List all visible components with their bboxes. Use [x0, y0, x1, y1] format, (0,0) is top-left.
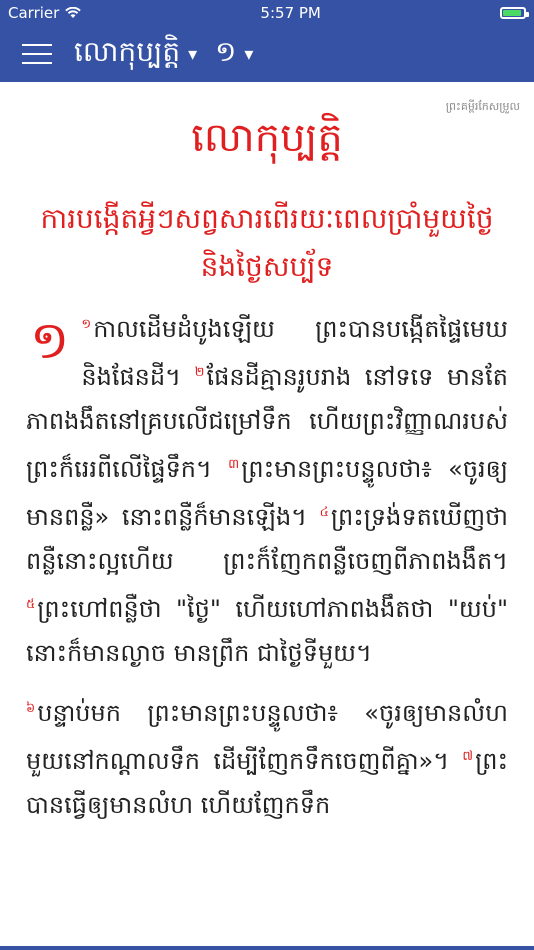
- carrier-label: Carrier: [8, 4, 60, 22]
- verse-number: ៥: [26, 597, 36, 612]
- status-bar: Carrier 5:57 PM: [0, 0, 534, 26]
- paragraph: ១ ១កាលដើមដំបូងឡើយ ព្រះបានបង្កើតផ្ទៃមេឃ ន…: [26, 303, 508, 675]
- book-title: លោកុប្បត្តិ: [191, 115, 343, 161]
- app-bar: លោកុប្បត្តិ ▾ ១ ▾: [0, 26, 534, 82]
- status-right: [499, 7, 529, 19]
- chapter-number: ១: [30, 311, 70, 371]
- bottom-edge: [0, 946, 534, 950]
- verse-number: ៦: [26, 701, 36, 716]
- reader-content[interactable]: ព្រះគម្ពីរកែសម្រួល លោកុប្បត្តិ ការបង្កើត…: [0, 82, 534, 950]
- verse-number: ៧: [462, 749, 474, 764]
- verse-number: ២: [194, 365, 205, 380]
- section-heading: ការបង្កើតអ្វីៗសព្វសារពើរយៈពេលប្រាំមួយថ្ង…: [40, 202, 494, 283]
- verse-text[interactable]: ព្រះហៅពន្លឺថា "ថ្ងៃ" ហើយហៅភាពងងឹតថា "យប់…: [26, 595, 508, 667]
- clock: 5:57 PM: [260, 4, 321, 22]
- verse-text[interactable]: បន្ទាប់មក ព្រះមានព្រះបន្ទូលថា៖ «ចូរឲ្យមា…: [26, 699, 508, 775]
- chapter-selector[interactable]: ១: [215, 34, 236, 75]
- paragraph: ៦បន្ទាប់មក ព្រះមានព្រះបន្ទូលថា៖ «ចូរឲ្យម…: [26, 687, 508, 827]
- chapter-dropdown-icon[interactable]: ▾: [244, 44, 253, 65]
- status-left: Carrier: [8, 4, 82, 22]
- verse-number: ៤: [319, 505, 329, 520]
- wifi-icon: [65, 7, 82, 19]
- book-selector[interactable]: លោកុប្បត្តិ: [74, 34, 180, 75]
- verse-number: ៣: [228, 457, 240, 472]
- version-label: ព្រះគម្ពីរកែសម្រួល: [445, 100, 520, 113]
- battery-icon: [499, 7, 529, 19]
- book-dropdown-icon[interactable]: ▾: [188, 44, 197, 65]
- verse-number: ១: [81, 317, 92, 332]
- menu-icon[interactable]: [22, 44, 52, 64]
